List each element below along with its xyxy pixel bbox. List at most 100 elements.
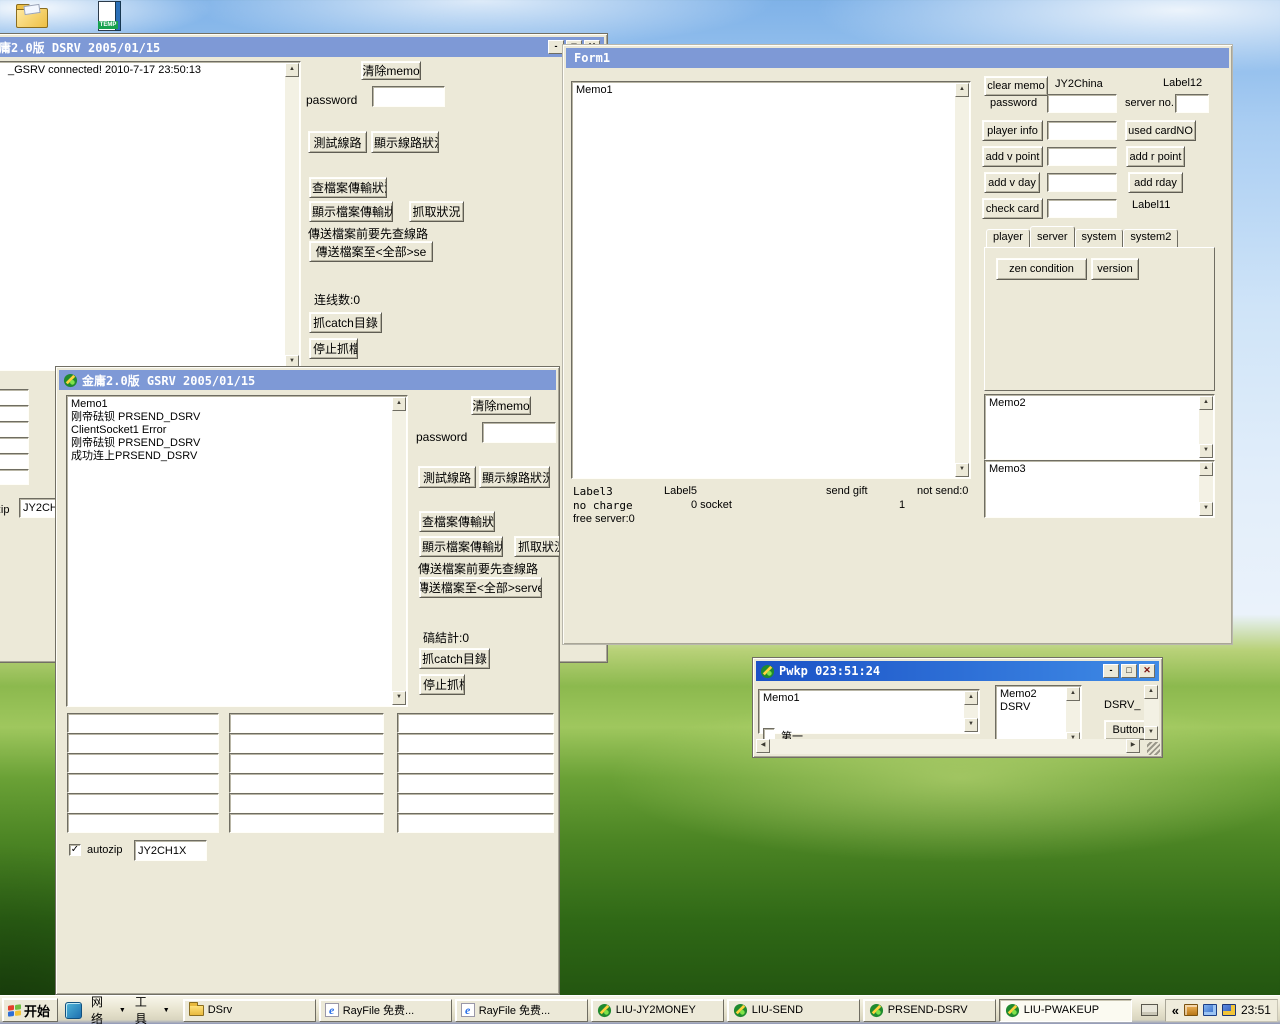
scroll-up-icon[interactable]: ▲ — [285, 63, 299, 77]
form1-add-v-point-input[interactable] — [1047, 147, 1117, 166]
form1-check-card-button[interactable]: check card — [982, 198, 1043, 219]
taskbar-task-rayfile-2[interactable]: e RayFile 免费... — [455, 999, 588, 1022]
gsrv-memo[interactable]: Memo1 刚帝砝钡 PRSEND_DSRV ClientSocket1 Err… — [66, 395, 408, 707]
gsrv-memo-scrollbar[interactable]: ▲ ▼ — [392, 397, 406, 705]
form1-memo2-scrollbar[interactable]: ▲ ▼ — [1199, 396, 1213, 458]
scroll-left-icon[interactable]: ◀ — [756, 739, 770, 753]
form1-player-info-input[interactable] — [1047, 121, 1117, 140]
pwkp-list-scrollbar[interactable]: ▲ ▼ — [1066, 687, 1080, 746]
tab-system[interactable]: system — [1075, 229, 1124, 247]
gsrv-grid-field[interactable] — [397, 813, 554, 833]
gsrv-grid-field[interactable] — [229, 773, 384, 793]
form1-zen-condition-button[interactable]: zen condition — [996, 258, 1087, 280]
scroll-down-icon[interactable]: ▼ — [392, 691, 406, 705]
desktop-icon-folder[interactable] — [14, 2, 50, 29]
scroll-up-icon[interactable]: ▲ — [1144, 685, 1158, 699]
gsrv-grid-field[interactable] — [67, 733, 219, 753]
gsrv-grid-field[interactable] — [397, 733, 554, 753]
form1-player-info-button[interactable]: player info — [982, 120, 1043, 141]
form1-add-rday-button[interactable]: add rday — [1128, 172, 1183, 193]
scroll-up-icon[interactable]: ▲ — [1066, 687, 1080, 701]
form1-add-v-point-button[interactable]: add v point — [982, 146, 1043, 167]
gsrv-grid-field[interactable] — [397, 773, 554, 793]
form1-clear-memo-button[interactable]: clear memo — [984, 76, 1048, 96]
gsrv-grid-field[interactable] — [229, 733, 384, 753]
gsrv-clear-memo-button[interactable]: 清除memo — [471, 396, 531, 415]
gsrv-zip-input[interactable] — [134, 840, 207, 861]
tray-chevron-icon[interactable]: « — [1172, 1003, 1179, 1018]
scroll-down-icon[interactable]: ▼ — [1199, 502, 1213, 516]
scroll-right-icon[interactable]: ▶ — [1126, 739, 1140, 753]
gsrv-send-all-button[interactable]: 傳送檔案至<全部>serve — [419, 577, 542, 598]
form1-memo3-scrollbar[interactable]: ▲ ▼ — [1199, 462, 1213, 516]
quicklaunch-app-icon[interactable] — [65, 1002, 82, 1019]
gsrv-grid-field[interactable] — [397, 753, 554, 773]
taskbar-task-prsend-dsrv[interactable]: PRSEND-DSRV — [863, 999, 996, 1022]
tray-clock[interactable]: 23:51 — [1241, 1003, 1271, 1017]
start-button[interactable]: 开始 — [2, 998, 58, 1022]
tray-capture-icon[interactable] — [1184, 1004, 1198, 1016]
tray-update-icon[interactable] — [1222, 1004, 1236, 1016]
form1-memo2[interactable]: Memo2 ▲ ▼ — [984, 394, 1215, 460]
dsrv-catch-status-button[interactable]: 抓取狀況 — [409, 201, 464, 222]
dsrv-send-all-button[interactable]: 傳送檔案至<全部>se — [309, 241, 433, 262]
dsrv-grid-field[interactable] — [0, 437, 29, 453]
scroll-up-icon[interactable]: ▲ — [392, 397, 406, 411]
gsrv-autozip-checkbox[interactable]: ✓ — [69, 844, 81, 856]
form1-check-card-input[interactable] — [1047, 199, 1117, 218]
form1-version-button[interactable]: version — [1091, 258, 1139, 280]
tab-system2[interactable]: system2 — [1123, 229, 1178, 247]
maximize-button[interactable]: □ — [1121, 664, 1137, 678]
desktop-icon-temp[interactable]: TEMP — [95, 1, 121, 32]
scroll-up-icon[interactable]: ▲ — [1199, 396, 1213, 410]
dsrv-check-transfer-button[interactable]: 查檔案傳輸狀況 — [309, 177, 387, 198]
scroll-down-icon[interactable]: ▼ — [1144, 726, 1158, 740]
scroll-down-icon[interactable]: ▼ — [964, 718, 978, 732]
form1-server-no-input[interactable] — [1175, 94, 1209, 113]
taskbar-task-liu-pwakeup[interactable]: LIU-PWAKEUP — [999, 999, 1132, 1022]
taskbar-tools-menu[interactable]: 工具 ▼ — [135, 993, 170, 1024]
dsrv-clear-memo-button[interactable]: 清除memo — [361, 61, 421, 80]
scroll-down-icon[interactable]: ▼ — [955, 463, 969, 477]
gsrv-grid-field[interactable] — [229, 813, 384, 833]
dsrv-show-line-button[interactable]: 顯示線路狀況 — [371, 131, 439, 153]
gsrv-catch-dir-button[interactable]: 抓catch目錄 — [419, 648, 490, 669]
gsrv-titlebar[interactable]: 金庸2.0版 GSRV 2005/01/15 — [59, 370, 556, 390]
gsrv-grid-field[interactable] — [67, 813, 219, 833]
scroll-up-icon[interactable]: ▲ — [964, 691, 978, 705]
gsrv-test-line-button[interactable]: 測試線路 — [418, 466, 476, 488]
scroll-up-icon[interactable]: ▲ — [1199, 462, 1213, 476]
dsrv-catch-dir-button[interactable]: 抓catch目錄 — [309, 312, 382, 333]
gsrv-grid-field[interactable] — [67, 713, 219, 733]
dsrv-grid-field[interactable] — [0, 389, 29, 405]
gsrv-password-input[interactable] — [482, 422, 556, 443]
pwkp-memo1-scrollbar[interactable]: ▲ ▼ — [964, 691, 978, 732]
close-button[interactable]: ✕ — [1139, 664, 1155, 678]
form1-used-cardno-button[interactable]: used cardNO — [1125, 120, 1196, 141]
dsrv-memo[interactable]: _GSRV connected! 2010-7-17 23:50:13 ▲ ▼ — [0, 61, 301, 371]
gsrv-catch-status-button[interactable]: 抓取狀況 — [514, 536, 560, 557]
form1-password-input[interactable] — [1047, 94, 1117, 113]
gsrv-show-line-button[interactable]: 顯示線路狀況 — [479, 466, 550, 488]
tray-network-icon[interactable] — [1203, 1004, 1217, 1016]
resize-grip[interactable] — [1147, 742, 1160, 755]
gsrv-grid-field[interactable] — [67, 793, 219, 813]
taskbar-task-dsrv[interactable]: DSrv — [183, 999, 316, 1022]
gsrv-grid-field[interactable] — [229, 793, 384, 813]
form1-memo1-scrollbar[interactable]: ▲ ▼ — [955, 83, 969, 477]
gsrv-grid-field[interactable] — [229, 713, 384, 733]
gsrv-grid-field[interactable] — [67, 773, 219, 793]
form1-titlebar[interactable]: Form1 — [566, 48, 1229, 68]
gsrv-grid-field[interactable] — [229, 753, 384, 773]
form1-add-v-day-input[interactable] — [1047, 173, 1117, 192]
dsrv-grid-field[interactable] — [0, 453, 29, 469]
pwkp-hscrollbar[interactable]: ◀ ▶ — [756, 739, 1140, 754]
gsrv-grid-field[interactable] — [397, 713, 554, 733]
taskbar-task-liu-jy2money[interactable]: LIU-JY2MONEY — [591, 999, 724, 1022]
keyboard-icon[interactable] — [1141, 1004, 1158, 1016]
taskbar-task-rayfile-1[interactable]: e RayFile 免费... — [319, 999, 452, 1022]
gsrv-grid-field[interactable] — [397, 793, 554, 813]
pwkp-titlebar[interactable]: Pwkp 023:51:24 - □ ✕ — [756, 661, 1159, 681]
tab-player[interactable]: player — [986, 229, 1030, 247]
scroll-up-icon[interactable]: ▲ — [955, 83, 969, 97]
